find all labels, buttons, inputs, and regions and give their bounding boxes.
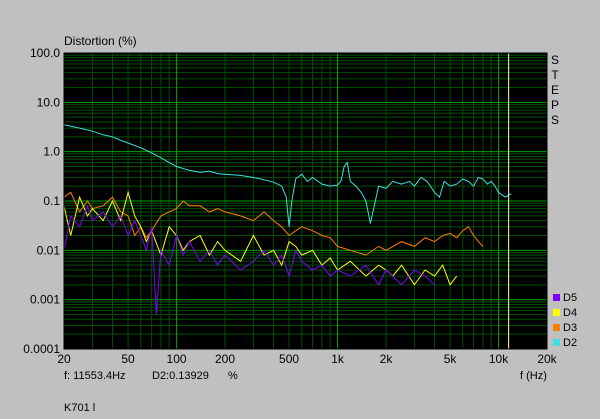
x-tick-label: 20k bbox=[537, 352, 557, 366]
legend-label: D3 bbox=[563, 321, 578, 334]
steps-letter: S bbox=[550, 53, 559, 67]
steps-letter: T bbox=[551, 68, 559, 82]
legend-item: D2 bbox=[553, 335, 577, 350]
cursor-frequency-readout: f: 11553.4Hz bbox=[64, 370, 126, 382]
cursor-unit-readout: % bbox=[228, 370, 238, 382]
legend-item: D5 bbox=[553, 290, 577, 305]
steps-letter: P bbox=[550, 98, 559, 112]
x-axis-label: f (Hz) bbox=[520, 370, 547, 382]
y-tick-label: 0.001 bbox=[30, 293, 60, 307]
x-tick-label: 50 bbox=[121, 352, 135, 366]
legend-swatch bbox=[553, 309, 560, 316]
x-tick-label: 1k bbox=[331, 352, 345, 366]
y-tick-label: 0.01 bbox=[37, 243, 61, 257]
legend-swatch bbox=[553, 324, 560, 331]
y-tick-label: 100.0 bbox=[30, 46, 60, 60]
legend-label: D5 bbox=[563, 291, 578, 304]
legend-item: D4 bbox=[553, 305, 577, 320]
y-tick-label: 10.0 bbox=[37, 95, 61, 109]
x-tick-label: 5k bbox=[444, 352, 458, 366]
distortion-chart: 20 50 100 200 500 1k 2k 5k 10k 20k0.00010.0010.01… bbox=[23, 46, 557, 366]
legend-swatch bbox=[553, 294, 560, 301]
steps-letter: E bbox=[550, 83, 559, 97]
legend: D5 D4 D3 D2 bbox=[553, 290, 577, 350]
x-tick-label: 500 bbox=[279, 352, 299, 366]
x-tick-label: 2k bbox=[380, 352, 394, 366]
x-tick-label: 200 bbox=[215, 352, 235, 366]
legend-item: D3 bbox=[553, 320, 577, 335]
steps-letter: S bbox=[550, 113, 559, 127]
steps-label: S T E P S bbox=[549, 53, 561, 128]
x-tick-label: 10k bbox=[489, 352, 509, 366]
cursor-value-readout: D2:0.13929 bbox=[152, 370, 209, 382]
legend-swatch bbox=[553, 339, 560, 346]
y-tick-label: 0.0001 bbox=[23, 342, 60, 356]
y-tick-label: 0.1 bbox=[43, 194, 60, 208]
legend-label: D4 bbox=[563, 306, 578, 319]
y-tick-label: 1.0 bbox=[43, 145, 60, 159]
y-axis-label: Distortion (%) bbox=[64, 34, 137, 48]
measurement-caption: K701 l bbox=[64, 402, 96, 414]
x-tick-label: 100 bbox=[167, 352, 187, 366]
legend-label: D2 bbox=[563, 336, 578, 349]
